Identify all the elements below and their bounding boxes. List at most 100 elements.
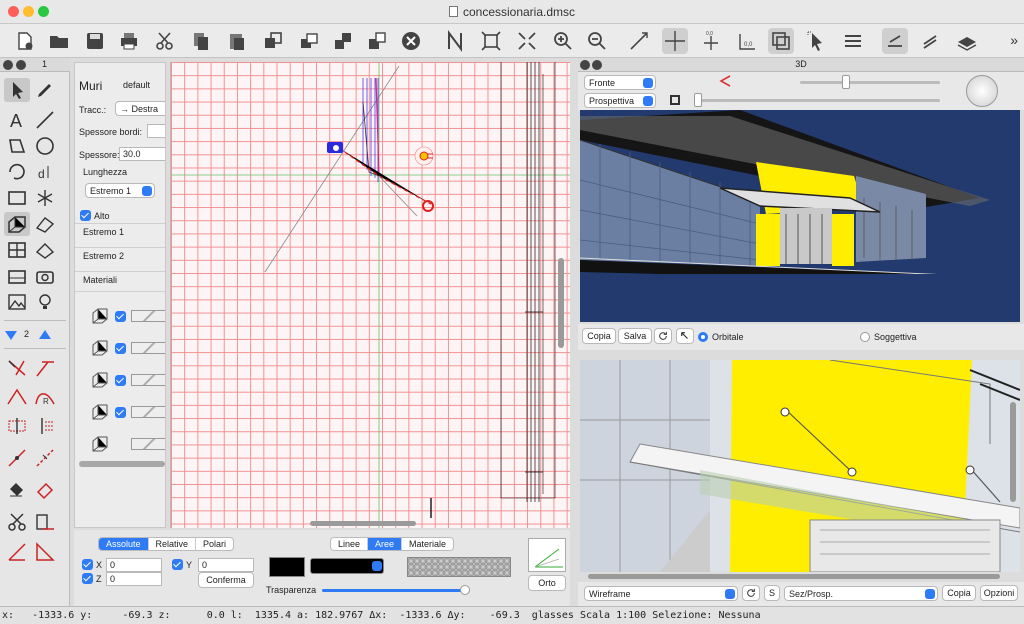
roof-tool-icon[interactable] — [32, 238, 58, 262]
group-icon[interactable] — [296, 28, 322, 54]
fit-view-icon[interactable] — [478, 28, 504, 54]
3d-render-view[interactable] — [580, 110, 1020, 322]
wireframe-view[interactable] — [580, 360, 1020, 572]
zoom-down-icon[interactable] — [4, 328, 18, 342]
bounding-box-toggle[interactable] — [670, 95, 680, 105]
camera-height-slider[interactable] — [800, 81, 940, 84]
material-row[interactable] — [85, 403, 165, 423]
estremo2-section[interactable]: Estremo 2 — [83, 251, 124, 261]
zoom-in-icon[interactable] — [550, 28, 576, 54]
camera-tool-icon[interactable] — [32, 264, 58, 288]
rotation-dial[interactable] — [966, 75, 998, 107]
stairs-tool-icon[interactable] — [32, 212, 58, 236]
confirm-button[interactable]: Conferma — [198, 572, 254, 588]
tab-aree[interactable]: Aree — [368, 538, 403, 550]
material-swatch[interactable] — [131, 310, 165, 322]
extend-tool-icon[interactable] — [32, 356, 58, 380]
combine-icon[interactable] — [364, 28, 390, 54]
material-row[interactable] — [85, 371, 165, 391]
print-icon[interactable] — [116, 28, 142, 54]
paste-icon[interactable] — [224, 28, 250, 54]
pattern-popup[interactable] — [310, 558, 384, 574]
circle-tool-icon[interactable] — [32, 134, 58, 158]
transform-icon[interactable] — [260, 28, 286, 54]
split-tool-icon[interactable] — [4, 414, 30, 438]
light-tool-icon[interactable] — [32, 290, 58, 314]
ortho-preview[interactable] — [528, 538, 566, 572]
copy-wire-button[interactable]: Copia — [942, 585, 976, 601]
camera-height-thumb[interactable] — [842, 75, 850, 89]
texture-preview[interactable] — [407, 557, 511, 577]
save-icon[interactable] — [82, 28, 108, 54]
material-swatch[interactable] — [131, 406, 165, 418]
plan-vertical-scrollbar[interactable] — [558, 258, 564, 348]
trasparenza-slider[interactable] — [322, 589, 466, 592]
window-tool-icon[interactable] — [4, 238, 30, 262]
trim-tool-icon[interactable] — [4, 356, 30, 380]
estremo-popup[interactable]: Estremo 1 — [85, 183, 155, 198]
material-row[interactable] — [85, 339, 165, 359]
pointer-3d-button[interactable] — [676, 328, 694, 344]
wireframe-horizontal-scrollbar[interactable] — [588, 574, 1000, 579]
options-button[interactable]: Opzioni — [980, 585, 1018, 601]
rectangle-tool-icon[interactable] — [4, 186, 30, 210]
material-swatch[interactable] — [131, 438, 165, 450]
tracc-popup[interactable]: → Destra — [115, 101, 165, 116]
align-icon[interactable] — [882, 28, 908, 54]
materiali-section[interactable]: Materiali — [83, 275, 117, 285]
material-row[interactable] — [85, 435, 165, 455]
new-file-icon[interactable] — [12, 28, 38, 54]
snap-point-icon[interactable]: 0,0 — [698, 28, 724, 54]
spessore-bordi-field[interactable] — [147, 124, 165, 138]
z-checkbox[interactable] — [82, 573, 93, 584]
tab-materiale[interactable]: Materiale — [402, 538, 453, 550]
offset-tool-icon[interactable] — [32, 414, 58, 438]
tab-linee[interactable]: Linee — [331, 538, 369, 550]
rotate-icon[interactable] — [918, 28, 944, 54]
polygon-tool-icon[interactable] — [4, 134, 30, 158]
palette-options-icon[interactable] — [16, 60, 26, 70]
furniture-tool-icon[interactable] — [4, 264, 30, 288]
expand-icon[interactable] — [514, 28, 540, 54]
field-of-view-thumb[interactable] — [694, 93, 702, 107]
orbitale-radio[interactable] — [698, 332, 708, 342]
spessore-field[interactable]: 30.0 — [119, 147, 165, 161]
arc-tool-icon[interactable] — [4, 160, 30, 184]
paint-bucket-icon[interactable] — [4, 478, 30, 502]
select-arrow-icon[interactable] — [804, 28, 830, 54]
tab-polari[interactable]: Polari — [196, 538, 233, 550]
section-tool-icon[interactable] — [4, 540, 30, 564]
pencil-tool-icon[interactable] — [32, 78, 58, 102]
zoom-up-icon[interactable] — [38, 328, 52, 342]
open-folder-icon[interactable] — [46, 28, 72, 54]
north-icon[interactable] — [442, 28, 468, 54]
material-swatch[interactable] — [131, 374, 165, 386]
zoom-out-icon[interactable] — [584, 28, 610, 54]
cut-icon[interactable] — [152, 28, 178, 54]
view-popup[interactable]: Fronte — [584, 75, 656, 90]
plan-canvas[interactable] — [170, 62, 570, 528]
z-field[interactable]: 0 — [106, 572, 162, 586]
break-tool-icon[interactable] — [4, 446, 30, 470]
delete-icon[interactable] — [398, 28, 424, 54]
3d-model-icon[interactable] — [954, 28, 980, 54]
material-checkbox[interactable] — [115, 311, 126, 322]
ungroup-icon[interactable] — [330, 28, 356, 54]
plan-horizontal-scrollbar[interactable] — [310, 521, 416, 526]
save-3d-button[interactable]: Salva — [618, 328, 652, 344]
y-checkbox[interactable] — [172, 559, 183, 570]
dimension-icon[interactable]: 0,0 — [734, 28, 760, 54]
line-tool-icon[interactable] — [626, 28, 652, 54]
material-row[interactable] — [85, 307, 165, 327]
round-corner-icon[interactable]: R — [32, 384, 58, 408]
layers-icon[interactable] — [768, 28, 794, 54]
refresh-render-button[interactable] — [742, 585, 760, 601]
copy-icon[interactable] — [188, 28, 214, 54]
dimension-tool-icon[interactable]: d — [32, 160, 58, 184]
scissors-tool-icon[interactable] — [4, 510, 30, 534]
elevation-tool-icon[interactable] — [32, 540, 58, 564]
select-tool-icon[interactable] — [4, 78, 30, 102]
render-mode-popup[interactable]: Wireframe — [584, 586, 738, 601]
clip-tool-icon[interactable] — [32, 510, 58, 534]
estremo1-section[interactable]: Estremo 1 — [83, 227, 124, 237]
